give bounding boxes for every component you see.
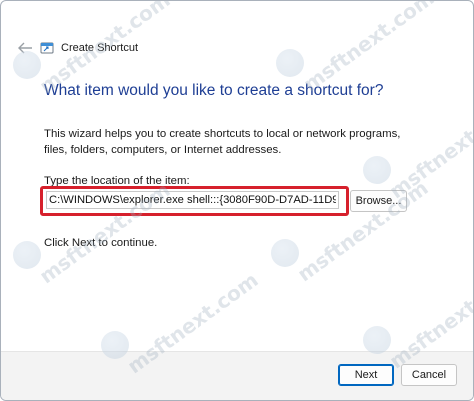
watermark-logo — [271, 239, 299, 267]
browse-button[interactable]: Browse... — [350, 190, 407, 212]
back-arrow-icon[interactable] — [17, 41, 33, 55]
dialog-footer: Next Cancel — [1, 351, 473, 400]
highlight-annotation — [40, 186, 349, 216]
continue-hint: Click Next to continue. — [44, 237, 158, 249]
next-button[interactable]: Next — [338, 364, 394, 386]
watermark-logo — [363, 326, 391, 354]
create-shortcut-window: Create Shortcut What item would you like… — [0, 0, 474, 401]
cancel-button[interactable]: Cancel — [401, 364, 457, 386]
watermark-logo — [363, 156, 391, 184]
wizard-description: This wizard helps you to create shortcut… — [44, 128, 401, 156]
shortcut-wizard-icon — [40, 41, 54, 55]
title-bar: Create Shortcut — [1, 1, 473, 61]
page-heading: What item would you like to create a sho… — [44, 82, 384, 99]
window-title: Create Shortcut — [61, 42, 139, 54]
watermark-logo — [13, 241, 41, 269]
